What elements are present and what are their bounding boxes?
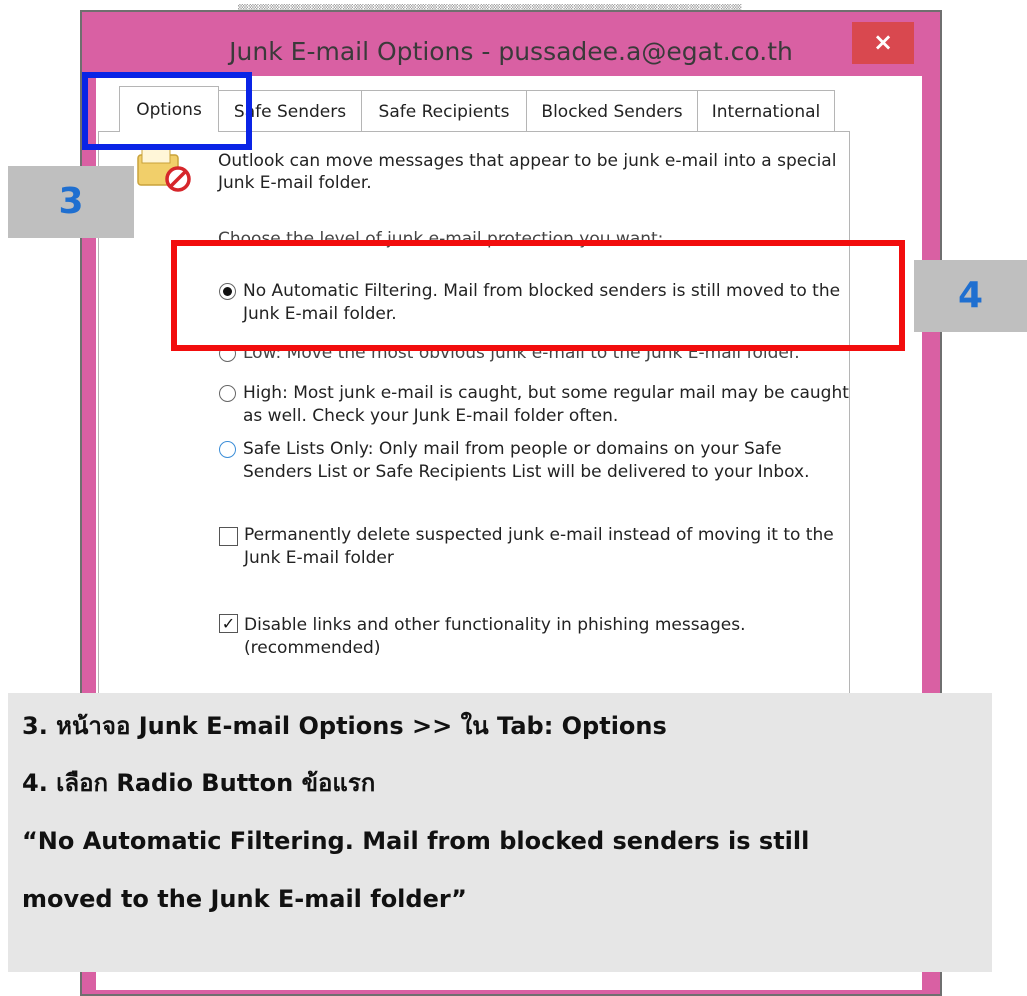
intro-text-line1: Outlook can move messages that appear to… [218, 151, 837, 171]
instruction-line-3: “No Automatic Filtering. Mail from block… [22, 827, 810, 855]
radio-safe-lists-only-label: Safe Lists Only: Only mail from people o… [243, 439, 782, 459]
checkbox-disable-links-label-2: (recommended) [244, 638, 381, 658]
tab-safe-recipients[interactable]: Safe Recipients [361, 90, 527, 132]
window-title: Junk E-mail Options - pussadee.a@egat.co… [229, 37, 793, 66]
checkbox-disable-links-label: Disable links and other functionality in… [244, 615, 746, 635]
instruction-line-1: 3. หน้าจอ Junk E-mail Options >> ใน Tab:… [22, 712, 667, 740]
checkbox-permanently-delete-label-2: Junk E-mail folder [244, 548, 394, 568]
instructions-panel: 3. หน้าจอ Junk E-mail Options >> ใน Tab:… [8, 693, 992, 972]
tab-blocked-senders[interactable]: Blocked Senders [526, 90, 698, 132]
radio-high-label-2: as well. Check your Junk E-mail folder o… [243, 406, 619, 426]
highlight-options-tab [82, 72, 252, 150]
radio-safe-lists-only[interactable] [219, 441, 236, 458]
highlight-no-automatic-filtering [171, 240, 905, 351]
junk-mail-folder-icon [137, 148, 191, 192]
checkbox-permanently-delete[interactable] [219, 527, 238, 546]
step-4-badge: 4 [914, 260, 1027, 332]
radio-high-label: High: Most junk e-mail is caught, but so… [243, 383, 849, 403]
instruction-line-2: 4. เลือก Radio Button ข้อแรก [22, 769, 376, 797]
radio-safe-lists-only-label-2: Senders List or Safe Recipients List wil… [243, 462, 810, 482]
close-button[interactable]: × [852, 22, 914, 64]
checkmark-icon: ✓ [221, 614, 236, 633]
tab-international[interactable]: International [697, 90, 835, 132]
instruction-line-4: moved to the Junk E-mail folder” [22, 885, 467, 913]
radio-high[interactable] [219, 385, 236, 402]
step-3-badge: 3 [8, 166, 134, 238]
checkbox-disable-links[interactable]: ✓ [219, 614, 238, 633]
checkbox-permanently-delete-label: Permanently delete suspected junk e-mail… [244, 525, 834, 545]
intro-text-line2: Junk E-mail folder. [218, 173, 372, 193]
